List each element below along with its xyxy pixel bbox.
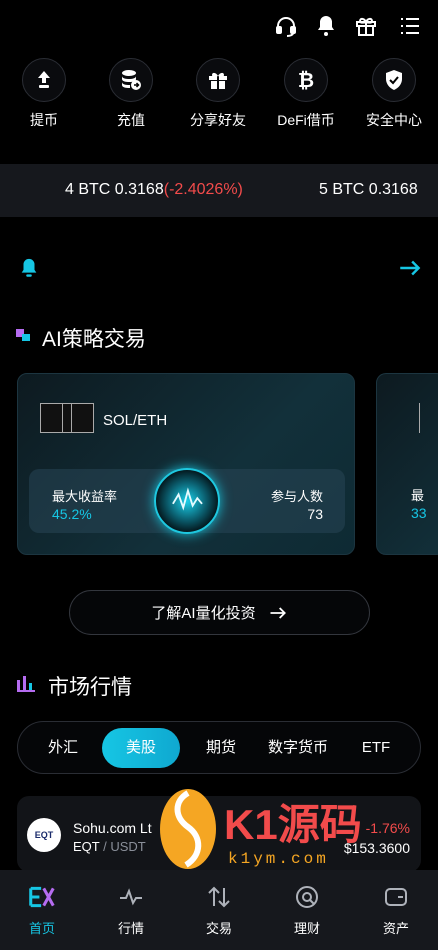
ticker-item: 5 BTC 0.3168 xyxy=(319,181,418,199)
participants-label: 参与人数 xyxy=(270,489,323,504)
nav-market[interactable]: 行情 xyxy=(96,884,166,937)
svg-text:₿: ₿ xyxy=(298,70,314,92)
nav-assets[interactable]: 资产 xyxy=(361,884,431,937)
learn-ai-button[interactable]: 了解AI量化投资 xyxy=(69,590,370,635)
menu-icon[interactable] xyxy=(398,14,422,38)
finance-icon xyxy=(296,886,318,908)
max-return-label: 最 xyxy=(411,488,425,503)
headset-icon[interactable] xyxy=(274,14,298,38)
stock-symbol: EQT xyxy=(73,839,100,854)
nav-label: 交易 xyxy=(205,921,232,936)
quick-action-defi[interactable]: ₿ DeFi借币 xyxy=(263,58,349,130)
ai-strategy-card-next[interactable]: 最 33 xyxy=(376,373,438,555)
bottom-nav: 首页 行情 交易 理财 资产 xyxy=(0,870,438,950)
arrow-right-icon[interactable] xyxy=(397,255,423,281)
wallet-icon xyxy=(385,888,407,906)
swap-icon xyxy=(208,886,230,908)
quick-action-label: 充值 xyxy=(117,112,145,128)
watermark-brand: K1源码 xyxy=(224,801,362,848)
quick-action-label: 分享好友 xyxy=(190,112,246,128)
nav-label: 首页 xyxy=(28,921,55,936)
participants-value: 73 xyxy=(307,506,323,522)
ticker-price: 4 BTC 0.3168 xyxy=(65,181,164,198)
bell-icon[interactable] xyxy=(314,14,338,38)
market-title: 市场行情 xyxy=(48,676,132,699)
watermark-domain: k1ym.com xyxy=(228,850,329,868)
pulse-icon xyxy=(120,888,142,906)
k1ym-watermark: K1源码 k1ym.com xyxy=(158,787,368,877)
coin-stack-icon xyxy=(109,58,153,102)
price-ticker[interactable]: 4 BTC 0.3168(-2.4026%) 5 BTC 0.3168 xyxy=(0,164,438,217)
stock-change: -1.76% xyxy=(365,820,410,836)
tab-futures[interactable]: 期货 xyxy=(188,728,254,768)
max-return-value: 45.2% xyxy=(52,506,92,522)
quick-action-security[interactable]: 安全中心 xyxy=(351,58,437,130)
quick-action-withdraw[interactable]: 提币 xyxy=(1,58,87,130)
notice-bell-icon xyxy=(18,257,40,279)
gift-icon[interactable] xyxy=(354,14,378,38)
bitcoin-icon: ₿ xyxy=(284,58,328,102)
stock-logo: EQT xyxy=(27,818,61,852)
nav-home[interactable]: 首页 xyxy=(7,884,77,937)
quick-action-label: DeFi借币 xyxy=(277,112,335,128)
shield-check-icon xyxy=(372,58,416,102)
tab-forex[interactable]: 外汇 xyxy=(30,728,96,768)
withdraw-arrow-icon xyxy=(22,58,66,102)
nav-trade[interactable]: 交易 xyxy=(184,884,254,937)
strategy-pair: SOL/ETH xyxy=(103,412,168,429)
learn-ai-label: 了解AI量化投资 xyxy=(151,605,256,622)
tab-crypto[interactable]: 数字货币 xyxy=(258,728,338,768)
tab-us-stocks[interactable]: 美股 xyxy=(102,728,180,768)
quick-actions: 提币 充值 分享好友 ₿ DeFi借币 安全中心 xyxy=(0,58,438,138)
ai-strategy-card[interactable]: SOL/ETH 最大收益率 45.2% 参与人数 73 xyxy=(17,373,355,555)
gift-icon xyxy=(196,58,240,102)
quick-action-label: 提币 xyxy=(30,112,58,128)
quick-action-label: 安全中心 xyxy=(366,112,422,128)
market-chart-icon xyxy=(17,675,35,698)
ai-strategy-title: AI策略交易 xyxy=(42,328,146,351)
coin-image-frame xyxy=(419,403,425,433)
nav-label: 理财 xyxy=(293,921,320,936)
nav-label: 行情 xyxy=(117,921,144,936)
stock-quote: USDT xyxy=(110,839,146,854)
stock-name: Sohu.com Lt xyxy=(73,820,152,836)
max-return-label: 最大收益率 xyxy=(52,489,118,504)
tab-etf[interactable]: ETF xyxy=(344,728,408,768)
ai-orb-icon xyxy=(154,468,220,534)
arrow-right-icon xyxy=(270,606,286,619)
quick-action-deposit[interactable]: 充值 xyxy=(88,58,174,130)
nav-label: 资产 xyxy=(382,921,409,936)
top-bar xyxy=(0,0,438,52)
stock-pair: EQT / USDT xyxy=(73,839,146,854)
nav-finance[interactable]: 理财 xyxy=(272,884,342,937)
coin-image-frame xyxy=(71,403,94,433)
ticker-price: 5 BTC 0.3168 xyxy=(319,181,418,198)
ticker-change: (-2.4026%) xyxy=(163,181,243,198)
ticker-item: 4 BTC 0.3168(-2.4026%) xyxy=(65,181,243,199)
market-tabs: 外汇 美股 期货 数字货币 ETF xyxy=(17,721,421,774)
max-return-value: 33 xyxy=(411,505,427,521)
quick-action-share[interactable]: 分享好友 xyxy=(175,58,261,130)
ai-strategy-icon xyxy=(16,327,32,348)
home-logo-icon xyxy=(29,886,55,908)
